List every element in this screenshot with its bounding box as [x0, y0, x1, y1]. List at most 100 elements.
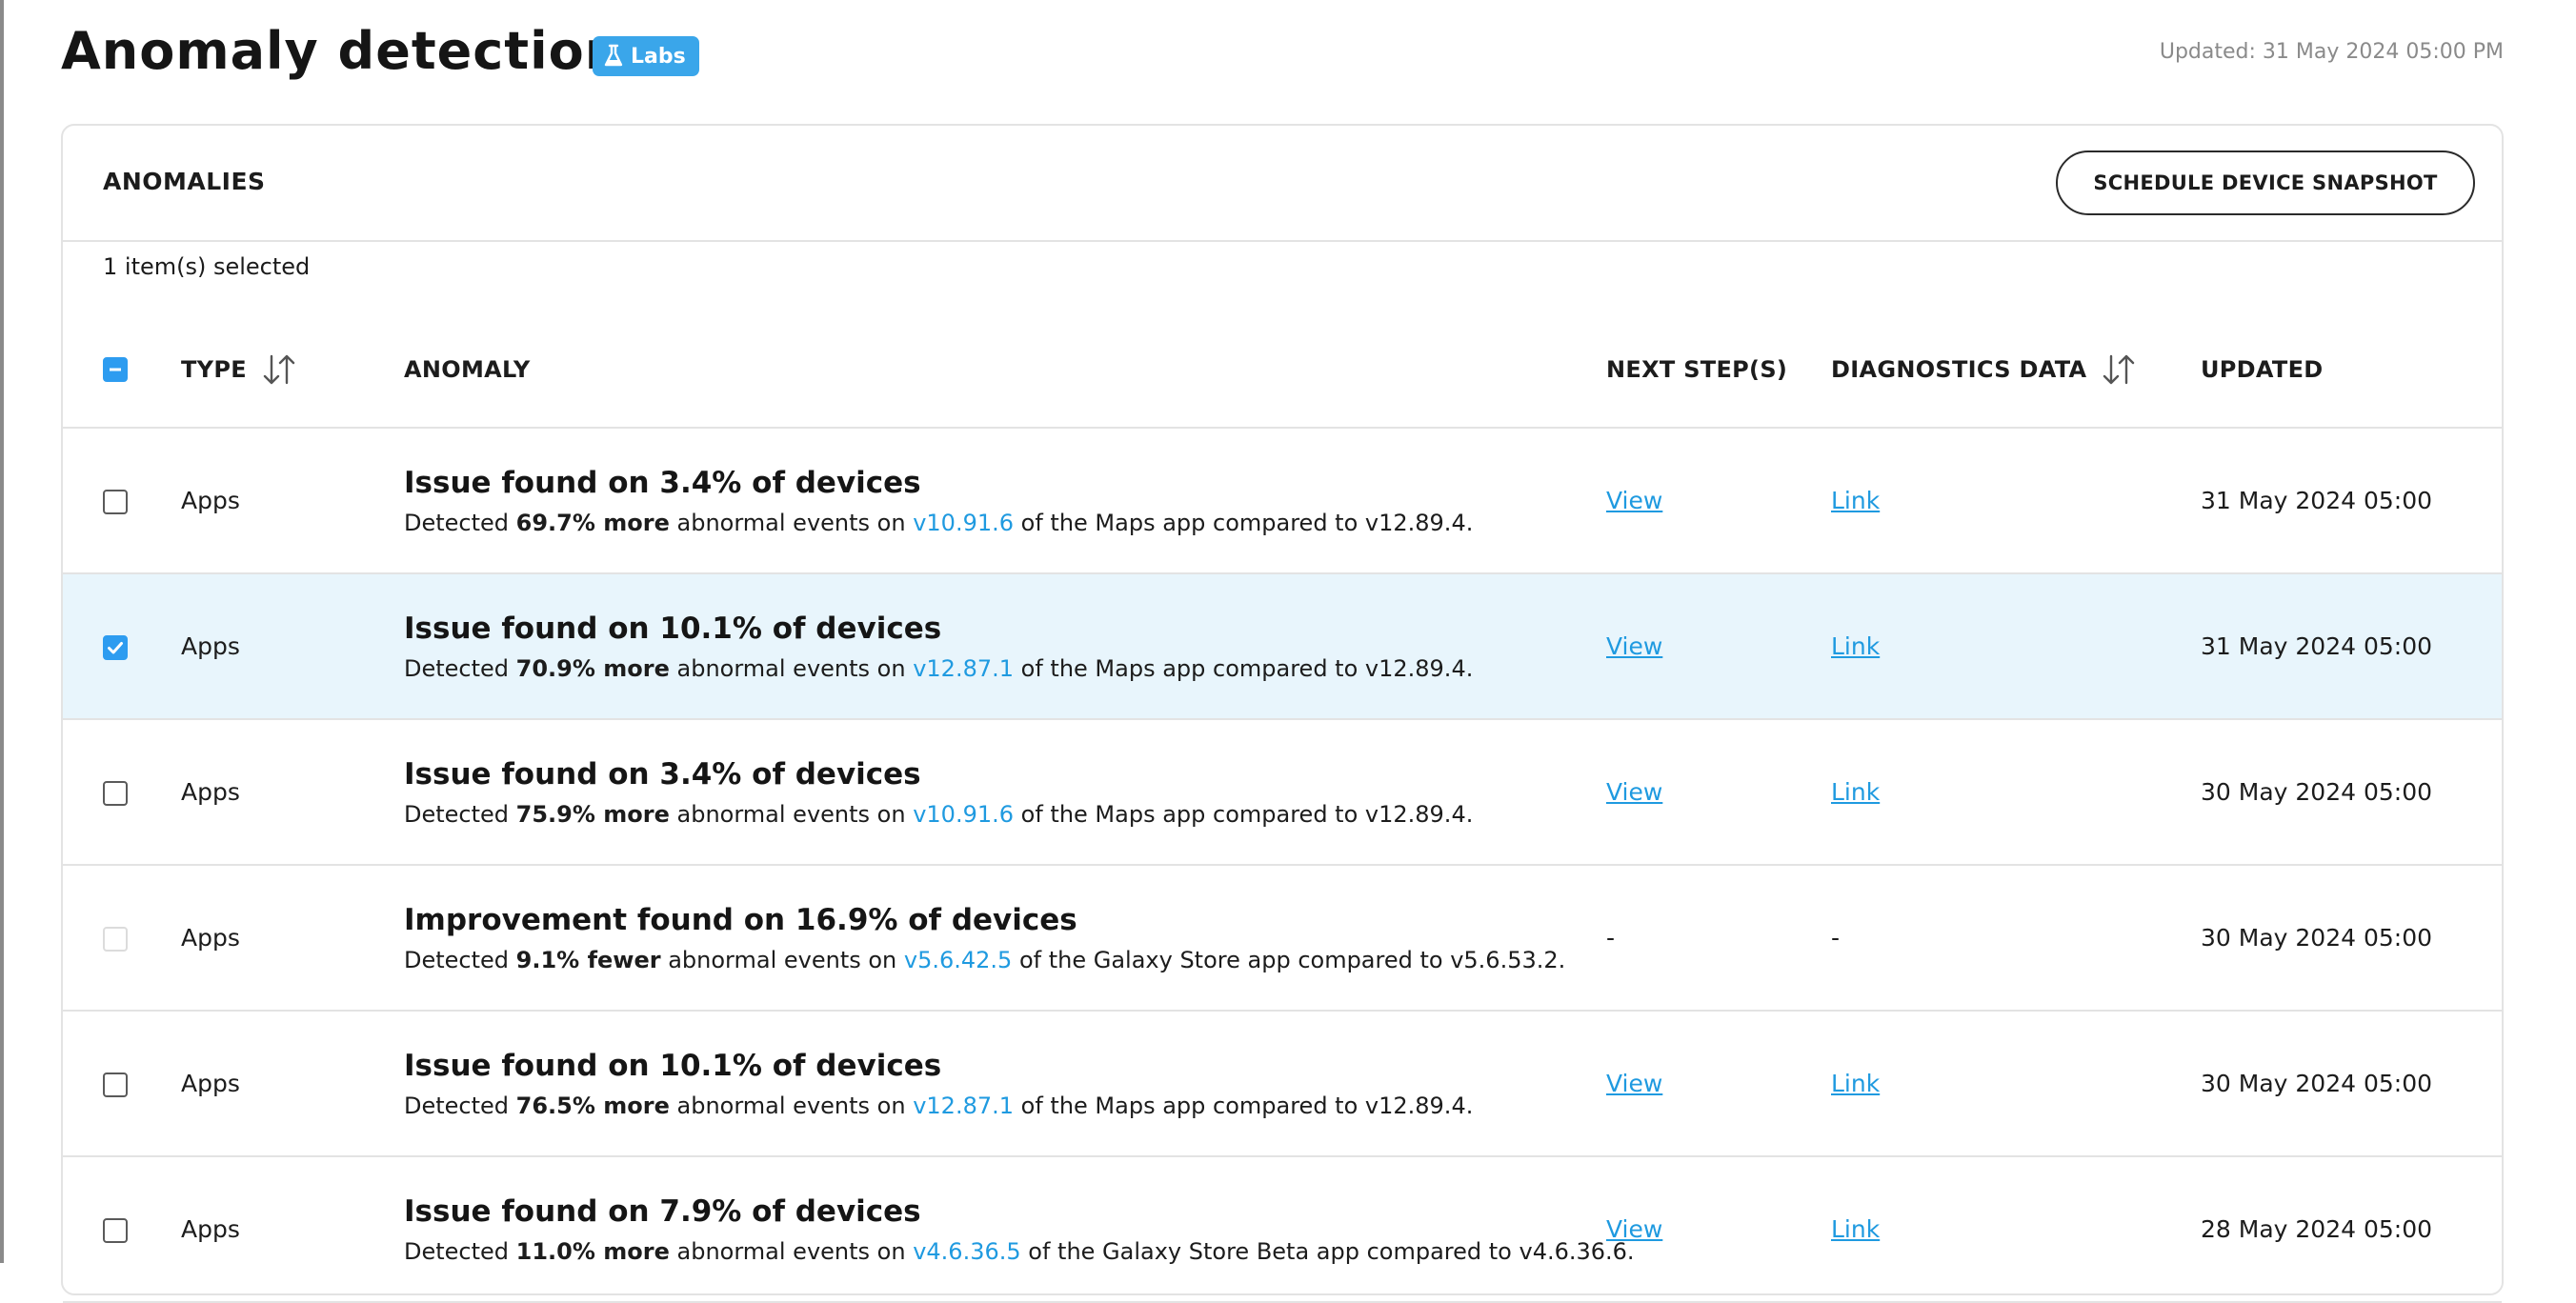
table-row[interactable]: Apps Issue found on 3.4% of devices Dete… — [63, 429, 2502, 574]
row-checkbox[interactable] — [103, 1072, 128, 1097]
view-next-steps-link[interactable]: View — [1606, 1215, 1662, 1243]
row-checkbox[interactable] — [103, 489, 128, 514]
anomaly-amount: 76.5% more — [515, 1092, 670, 1119]
app-version: v4.6.36.5 — [913, 1237, 1021, 1265]
row-checkbox[interactable] — [103, 634, 128, 660]
table-row[interactable]: Apps Issue found on 3.4% of devices Dete… — [63, 720, 2502, 866]
anomaly-amount: 70.9% more — [515, 654, 670, 682]
detected-prefix: Detected — [404, 1092, 516, 1119]
diagnostics-data-link[interactable]: Link — [1831, 1215, 1880, 1243]
events-text: abnormal events on — [669, 509, 914, 536]
row-checkbox[interactable] — [103, 1217, 128, 1243]
events-text: abnormal events on — [669, 1237, 914, 1265]
events-text: abnormal events on — [669, 800, 914, 828]
events-text: abnormal events on — [669, 1092, 914, 1119]
sort-icon[interactable] — [2100, 351, 2138, 389]
column-header-diagnostics[interactable]: DIAGNOSTICS DATA — [1831, 312, 2138, 427]
row-diagnostics: Link — [1831, 574, 1880, 718]
row-next-step: View — [1606, 1012, 1662, 1155]
app-version: v5.6.42.5 — [903, 946, 1013, 973]
diagnostics-data-link[interactable]: Link — [1831, 778, 1880, 806]
schedule-device-snapshot-button[interactable]: SCHEDULE DEVICE SNAPSHOT — [2056, 150, 2475, 215]
app-comparison: of the Maps app compared to v12.89.4. — [1014, 800, 1474, 828]
row-type: Apps — [181, 1215, 240, 1243]
diagnostics-data-link[interactable]: Link — [1831, 487, 1880, 514]
anomaly-cell: Improvement found on 16.9% of devices De… — [404, 866, 1565, 1010]
anomaly-detail: Detected 70.9% more abnormal events on v… — [404, 655, 1473, 682]
view-next-steps-link[interactable]: View — [1606, 632, 1662, 660]
row-next-step: - — [1606, 924, 1616, 952]
table-row[interactable]: Apps Issue found on 10.1% of devices Det… — [63, 574, 2502, 720]
section-title: ANOMALIES — [103, 168, 266, 195]
diagnostics-data-link[interactable]: Link — [1831, 632, 1880, 660]
row-type: Apps — [181, 924, 240, 952]
app-version: v12.87.1 — [913, 1092, 1015, 1119]
detected-prefix: Detected — [404, 509, 516, 536]
row-diagnostics: Link — [1831, 1012, 1880, 1155]
row-diagnostics: Link — [1831, 1157, 1880, 1301]
app-comparison: of the Maps app compared to v12.89.4. — [1014, 1092, 1474, 1119]
anomaly-cell: Issue found on 10.1% of devices Detected… — [404, 574, 1473, 718]
table-row[interactable]: Apps Improvement found on 16.9% of devic… — [63, 866, 2502, 1012]
card-header: ANOMALIES SCHEDULE DEVICE SNAPSHOT — [63, 126, 2502, 242]
row-updated: 30 May 2024 05:00 — [2201, 1070, 2433, 1097]
anomaly-title: Issue found on 3.4% of devices — [404, 465, 921, 500]
anomaly-amount: 9.1% fewer — [515, 946, 661, 973]
app-comparison: of the Maps app compared to v12.89.4. — [1014, 509, 1474, 536]
row-next-step: View — [1606, 1157, 1662, 1301]
row-diagnostics: Link — [1831, 429, 1880, 572]
row-type: Apps — [181, 632, 240, 660]
table-row[interactable]: Apps Issue found on 7.9% of devices Dete… — [63, 1157, 2502, 1303]
row-next-step: View — [1606, 720, 1662, 864]
page-title: Anomaly detection — [61, 21, 623, 81]
sort-icon[interactable] — [260, 351, 298, 389]
window-left-edge — [0, 0, 4, 1263]
diagnostics-data-link[interactable]: Link — [1831, 1070, 1880, 1097]
row-type: Apps — [181, 487, 240, 514]
anomaly-amount: 69.7% more — [515, 509, 670, 536]
row-next-step: View — [1606, 429, 1662, 572]
labs-badge: Labs — [593, 36, 699, 76]
anomaly-title: Improvement found on 16.9% of devices — [404, 902, 1077, 937]
events-text: abnormal events on — [660, 946, 904, 973]
row-next-step: View — [1606, 574, 1662, 718]
row-type: Apps — [181, 1070, 240, 1097]
view-next-steps-link[interactable]: View — [1606, 1070, 1662, 1097]
row-updated: 28 May 2024 05:00 — [2201, 1215, 2433, 1243]
row-checkbox — [103, 926, 128, 952]
anomaly-cell: Issue found on 7.9% of devices Detected … — [404, 1157, 1635, 1301]
anomaly-title: Issue found on 10.1% of devices — [404, 1048, 942, 1083]
anomaly-title: Issue found on 10.1% of devices — [404, 611, 942, 646]
events-text: abnormal events on — [669, 654, 914, 682]
detected-prefix: Detected — [404, 946, 516, 973]
anomaly-cell: Issue found on 3.4% of devices Detected … — [404, 429, 1473, 572]
app-version: v10.91.6 — [913, 800, 1015, 828]
column-header-updated: UPDATED — [2201, 356, 2324, 383]
row-updated: 31 May 2024 05:00 — [2201, 487, 2433, 514]
anomaly-title: Issue found on 3.4% of devices — [404, 756, 921, 792]
anomaly-detail: Detected 9.1% fewer abnormal events on v… — [404, 947, 1565, 973]
table-row[interactable]: Apps Issue found on 10.1% of devices Det… — [63, 1012, 2502, 1157]
column-header-anomaly: ANOMALY — [404, 356, 531, 383]
view-next-steps-link[interactable]: View — [1606, 487, 1662, 514]
anomaly-cell: Issue found on 3.4% of devices Detected … — [404, 720, 1473, 864]
labs-badge-label: Labs — [631, 44, 686, 69]
view-next-steps-link[interactable]: View — [1606, 778, 1662, 806]
check-icon — [108, 641, 123, 653]
detected-prefix: Detected — [404, 1237, 516, 1265]
app-comparison: of the Galaxy Store Beta app compared to… — [1020, 1237, 1635, 1265]
row-updated: 30 May 2024 05:00 — [2201, 924, 2433, 952]
row-diagnostics: Link — [1831, 720, 1880, 864]
select-all-checkbox[interactable] — [103, 357, 128, 382]
flask-icon — [604, 44, 623, 67]
column-header-next-steps: NEXT STEP(S) — [1606, 356, 1788, 383]
app-comparison: of the Galaxy Store app compared to v5.6… — [1012, 946, 1566, 973]
anomaly-detail: Detected 11.0% more abnormal events on v… — [404, 1238, 1635, 1265]
anomaly-detail: Detected 75.9% more abnormal events on v… — [404, 801, 1473, 828]
column-header-type[interactable]: TYPE — [181, 312, 298, 427]
column-diagnostics-label: DIAGNOSTICS DATA — [1831, 356, 2087, 383]
app-comparison: of the Maps app compared to v12.89.4. — [1014, 654, 1474, 682]
row-checkbox[interactable] — [103, 780, 128, 806]
anomaly-detail: Detected 76.5% more abnormal events on v… — [404, 1093, 1473, 1119]
selection-count: 1 item(s) selected — [103, 253, 311, 280]
